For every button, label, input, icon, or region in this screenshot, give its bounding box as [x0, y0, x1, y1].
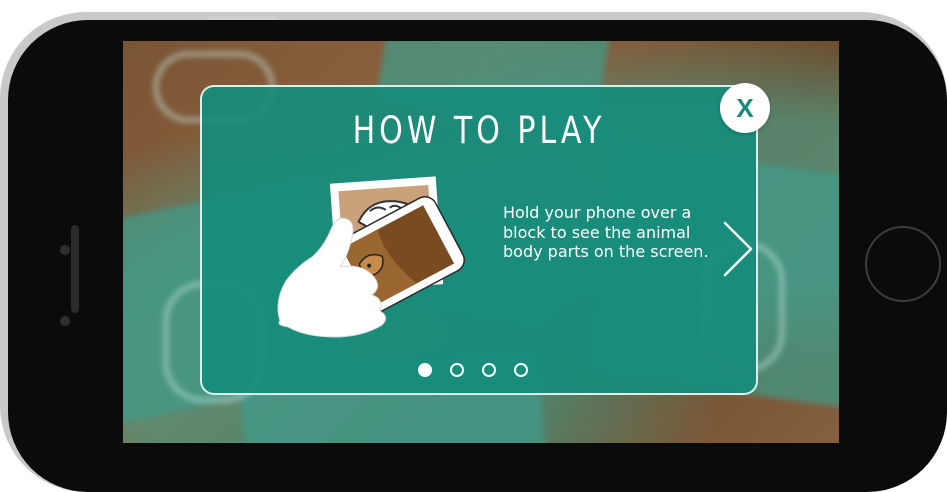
how-to-play-dialog: HOW TO PLAY Hold your phone over a block… — [200, 85, 758, 395]
hand-holding-phone-over-card-icon — [277, 176, 465, 338]
front-camera — [60, 245, 70, 255]
chevron-right-icon[interactable] — [721, 219, 755, 279]
pagination-dots — [418, 363, 528, 377]
earpiece-speaker — [71, 225, 79, 313]
home-button[interactable] — [865, 226, 941, 302]
page-dot-4[interactable] — [514, 363, 528, 377]
app-screen: HOW TO PLAY Hold your phone over a block… — [123, 41, 839, 443]
close-button[interactable]: X — [720, 83, 770, 133]
close-icon: X — [736, 92, 754, 123]
page-dot-3[interactable] — [482, 363, 496, 377]
page-dot-2[interactable] — [450, 363, 464, 377]
instruction-text: Hold your phone over a block to see the … — [503, 203, 709, 261]
page-dot-1[interactable] — [418, 363, 432, 377]
dialog-title: HOW TO PLAY — [352, 109, 606, 153]
sensor — [60, 316, 70, 326]
